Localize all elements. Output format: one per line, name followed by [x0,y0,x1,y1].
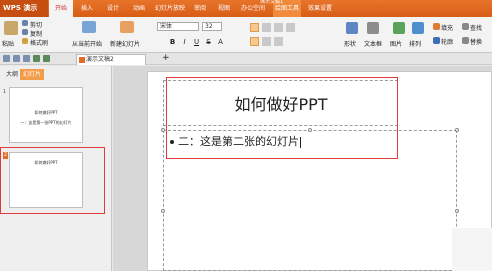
bold-button[interactable]: B [168,38,177,47]
format-painter-button[interactable]: 格式刷 [30,38,48,47]
fill-icon[interactable] [433,23,440,30]
justify-button[interactable] [286,23,295,32]
resize-handle[interactable] [455,128,459,132]
align-right-button[interactable] [274,23,283,32]
picture-button[interactable]: 图片 [390,39,402,48]
arrange-button[interactable]: 排列 [409,39,421,48]
find-button[interactable]: 查找 [470,23,482,32]
replace-button[interactable]: 替换 [470,37,482,46]
arrange-icon[interactable] [412,22,424,34]
from-current-button[interactable]: 从当前开始 [72,39,102,48]
line-spacing-button[interactable] [250,37,259,46]
tab-review[interactable]: 审阅 [189,0,211,17]
highlight-box [0,147,105,214]
tab-slides[interactable]: 幻灯片 [20,69,45,80]
font-color-button[interactable]: A [216,38,225,47]
document-tab-bar: 演示文稿2 + [0,53,492,65]
thumbnail-subtitle: 一：这是第一张PPT的幻灯片 [20,120,72,125]
bullets-button[interactable] [262,37,271,46]
font-size-select[interactable]: 32 [202,22,222,31]
save-icon[interactable] [3,55,10,62]
redo-icon[interactable] [43,55,50,62]
document-tab-label: 演示文稿2 [86,56,114,63]
align-left-button[interactable] [250,23,259,32]
resize-handle[interactable] [455,209,459,213]
tab-effects[interactable]: 效果设置 [304,0,336,17]
outline-icon[interactable] [433,37,440,44]
preview-icon[interactable] [23,55,30,62]
replace-icon[interactable] [462,37,469,44]
corner-blur [452,228,492,271]
app-menu-button[interactable]: WPS 演示 [0,0,48,17]
resize-handle[interactable] [161,128,165,132]
paste-icon[interactable] [4,21,18,35]
slide-thumbnail-1[interactable]: 如何做好PPT 一：这是第一张PPT的幻灯片 [9,87,83,143]
cut-icon[interactable] [22,20,28,26]
shape-button[interactable]: 形状 [344,39,356,48]
slide-number: 1 [3,89,7,95]
numbering-button[interactable] [274,37,283,46]
italic-button[interactable]: I [180,38,189,47]
ribbon-toolbar: 粘贴 剪切 复制 格式刷 从当前开始 新建幻灯片 宋体 32 B I U S A… [0,17,492,53]
play-from-current-icon[interactable] [82,21,96,33]
format-painter-icon[interactable] [22,38,28,44]
strikethrough-button[interactable]: S [204,38,213,47]
tab-outline[interactable]: 大纲 [3,69,21,80]
new-slide-icon[interactable] [120,21,134,33]
new-slide-button[interactable]: 新建幻灯片 [110,39,140,48]
resize-handle[interactable] [161,209,165,213]
slides-panel: 大纲 幻灯片 1 如何做好PPT 一：这是第一张PPT的幻灯片 2 如何做好PP… [0,66,112,271]
find-icon[interactable] [462,23,469,30]
thumbnail-title: 如何做好PPT [34,110,58,115]
tab-design[interactable]: 设计 [101,0,125,17]
presentation-icon [79,57,85,63]
textbox-button[interactable]: 文本框 [364,39,382,48]
tab-insert[interactable]: 插入 [75,0,99,17]
copy-button[interactable]: 复制 [30,29,42,38]
align-center-button[interactable] [262,23,271,32]
title-bar: WPS 演示 开始 插入 设计 动画 幻灯片放映 审阅 视图 办公空间 绘图工具… [0,0,492,17]
print-icon[interactable] [13,55,20,62]
document-tab[interactable]: 演示文稿2 [76,54,146,65]
copy-icon[interactable] [22,29,28,35]
tab-view[interactable]: 视图 [213,0,235,17]
paste-button[interactable]: 粘贴 [2,39,14,48]
textbox-icon[interactable] [367,22,379,34]
outline-button[interactable]: 轮廓 [441,37,453,46]
tab-animation[interactable]: 动画 [127,0,151,17]
font-name-select[interactable]: 宋体 [157,22,199,31]
window-title: 演示文稿1 [260,0,284,5]
tab-start[interactable]: 开始 [49,0,73,17]
fill-button[interactable]: 填充 [441,23,453,32]
cut-button[interactable]: 剪切 [30,20,42,29]
highlight-box [166,77,398,159]
shape-icon[interactable] [346,22,358,34]
tab-slideshow[interactable]: 幻灯片放映 [153,0,187,17]
picture-icon[interactable] [393,22,405,34]
new-tab-button[interactable]: + [162,53,170,63]
underline-button[interactable]: U [192,38,201,47]
undo-icon[interactable] [33,55,40,62]
